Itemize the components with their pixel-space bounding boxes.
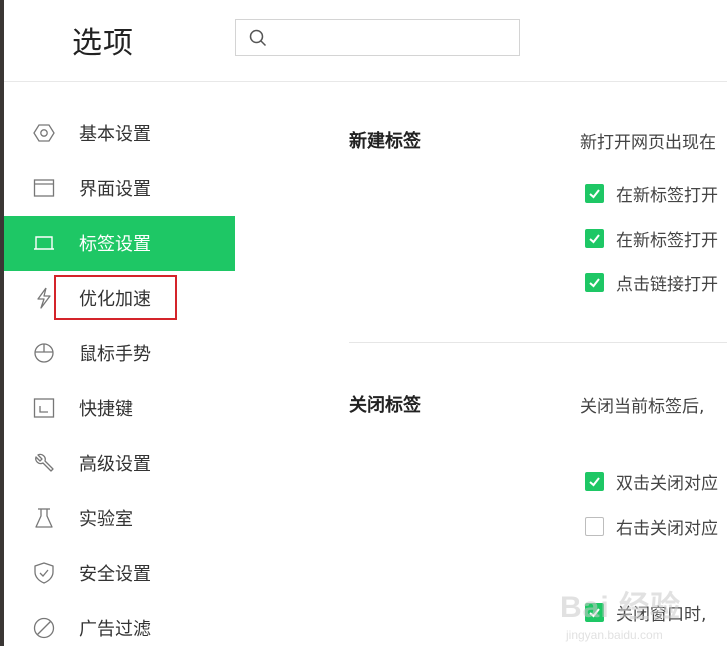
sidebar: 基本设置 界面设置 标签设置 优化加速 鼠标手势 快捷键 高级设置 实验室 安全… — [4, 82, 235, 646]
tab-icon — [32, 231, 56, 255]
option-row[interactable]: 双击关闭对应 — [585, 469, 718, 494]
sidebar-item-interface[interactable]: 界面设置 — [4, 161, 235, 216]
check-icon — [589, 277, 600, 287]
sidebar-item-security[interactable]: 安全设置 — [4, 546, 235, 601]
check-icon — [589, 188, 600, 198]
block-icon — [32, 616, 56, 640]
option-label: 双击关闭对应 — [616, 473, 718, 494]
option-label: 在新标签打开 — [616, 230, 718, 251]
sidebar-item-advanced[interactable]: 高级设置 — [4, 436, 235, 491]
checkbox-checked[interactable] — [585, 272, 604, 292]
page-title: 选项 — [72, 26, 134, 61]
sidebar-item-mouse[interactable]: 鼠标手势 — [4, 326, 235, 381]
watermark-url: jingyan.baidu.com — [566, 628, 663, 642]
option-row[interactable]: 关闭窗口时, — [585, 600, 707, 625]
sidebar-item-optimize[interactable]: 优化加速 — [4, 271, 235, 326]
search-input[interactable] — [276, 26, 515, 52]
keyboard-shortcut-icon — [32, 396, 56, 420]
option-row[interactable]: 在新标签打开 — [585, 226, 718, 251]
section-title-new-tab: 新建标签 — [349, 131, 421, 152]
check-icon — [589, 233, 600, 243]
flask-icon — [32, 506, 56, 530]
option-row[interactable]: 在新标签打开 — [585, 181, 718, 206]
sidebar-item-label: 广告过滤 — [79, 619, 151, 640]
hexagon-settings-icon — [32, 121, 56, 145]
option-row[interactable]: 右击关闭对应 — [585, 514, 718, 539]
wrench-icon — [32, 451, 56, 475]
sidebar-item-shortcuts[interactable]: 快捷键 — [4, 381, 235, 436]
section-title-close-tab: 关闭标签 — [349, 395, 421, 416]
sidebar-item-label: 基本设置 — [79, 124, 151, 145]
sidebar-item-label: 鼠标手势 — [79, 344, 151, 365]
search-box[interactable] — [235, 19, 520, 56]
option-label: 右击关闭对应 — [616, 518, 718, 539]
shield-icon — [32, 561, 56, 585]
option-label: 关闭窗口时, — [616, 604, 707, 625]
header: 选项 — [4, 0, 727, 82]
search-icon — [249, 29, 267, 47]
sidebar-item-basic[interactable]: 基本设置 — [4, 106, 235, 161]
sidebar-item-label: 安全设置 — [79, 564, 151, 585]
option-row[interactable]: 点击链接打开 — [585, 270, 718, 295]
check-icon — [589, 607, 600, 617]
settings-panel: 新建标签 新打开网页出现在 在新标签打开 在新标签打开 点击链接打开 关闭标签 … — [235, 82, 727, 646]
sidebar-item-adblock[interactable]: 广告过滤 — [4, 601, 235, 646]
section-desc-close-tab: 关闭当前标签后, — [580, 397, 705, 417]
section-divider — [349, 342, 727, 343]
checkbox-checked[interactable] — [585, 228, 604, 248]
sidebar-item-label: 标签设置 — [79, 234, 151, 255]
window-icon — [32, 176, 56, 200]
checkbox-checked[interactable] — [585, 183, 604, 203]
check-icon — [589, 476, 600, 486]
sidebar-item-label: 高级设置 — [79, 454, 151, 475]
checkbox-checked[interactable] — [585, 471, 604, 491]
sidebar-item-label: 快捷键 — [79, 399, 133, 420]
checkbox-checked[interactable] — [585, 602, 604, 622]
sidebar-item-lab[interactable]: 实验室 — [4, 491, 235, 546]
option-label: 在新标签打开 — [616, 185, 718, 206]
sidebar-item-label: 优化加速 — [79, 289, 151, 310]
sidebar-item-tabs[interactable]: 标签设置 — [4, 216, 235, 271]
option-label: 点击链接打开 — [616, 274, 718, 295]
lightning-icon — [32, 286, 56, 310]
section-desc-new-tab: 新打开网页出现在 — [580, 133, 716, 153]
sidebar-item-label: 界面设置 — [79, 179, 151, 200]
mouse-icon — [32, 341, 56, 365]
checkbox-unchecked[interactable] — [585, 516, 604, 536]
options-window: 选项 基本设置 界面设置 标签设置 优化加速 鼠标手势 快捷键 高级设置 实验室… — [4, 0, 727, 646]
sidebar-item-label: 实验室 — [79, 509, 133, 530]
